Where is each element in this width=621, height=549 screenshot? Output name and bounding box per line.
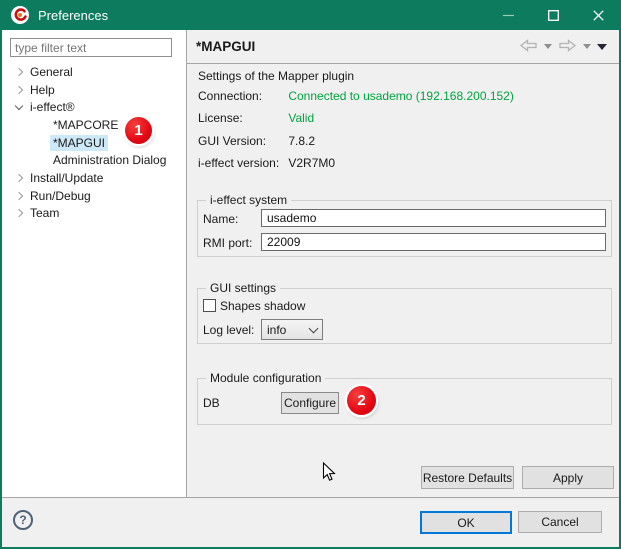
i-effect-system-group-title: i-effect system — [206, 193, 291, 207]
minimize-button[interactable] — [486, 0, 531, 30]
module-configuration-group: Module configuration DB Configure — [197, 378, 612, 425]
restore-defaults-button[interactable]: Restore Defaults — [421, 466, 514, 489]
preference-page: *MAPGUI Settings of the Mapper plugin Co… — [187, 30, 621, 497]
maximize-button[interactable] — [531, 0, 576, 30]
window-title: Preferences — [38, 8, 108, 23]
module-configuration-group-title: Module configuration — [206, 371, 325, 385]
log-level-value: info — [267, 323, 286, 337]
gui-version-label: GUI Version: — [198, 134, 285, 148]
chevron-right-icon[interactable] — [13, 175, 27, 181]
forward-history-dropdown-icon[interactable] — [583, 44, 591, 49]
shapes-shadow-label: Shapes shadow — [220, 299, 305, 313]
ok-button[interactable]: OK — [420, 511, 512, 534]
tree-item-mapcore[interactable]: *MAPCORE — [0, 116, 185, 134]
name-label: Name: — [203, 212, 238, 226]
tree-item-administration-dialog[interactable]: Administration Dialog — [0, 151, 185, 169]
configure-button[interactable]: Configure — [281, 392, 339, 414]
app-logo-icon — [11, 6, 29, 24]
preference-tree-sidebar: General Help i-effect® *MAPCORE *MAPGUI … — [0, 30, 187, 497]
page-description: Settings of the Mapper plugin — [198, 69, 354, 83]
page-header: *MAPGUI — [187, 30, 621, 64]
combo-chevron-icon — [309, 323, 319, 333]
chevron-right-icon[interactable] — [13, 210, 27, 216]
back-arrow-icon[interactable] — [519, 39, 538, 55]
tree-item-install-update[interactable]: Install/Update — [0, 169, 185, 187]
back-history-dropdown-icon[interactable] — [544, 44, 552, 49]
ieffect-version-row: i-effect version: V2R7M0 — [198, 156, 335, 171]
tree-item-help[interactable]: Help — [0, 81, 185, 99]
title-bar: Preferences — [0, 0, 621, 30]
tree-item-team[interactable]: Team — [0, 205, 185, 223]
gui-settings-group-title: GUI settings — [206, 281, 280, 295]
chevron-right-icon[interactable] — [13, 193, 27, 199]
connection-value: Connected to usademo (192.168.200.152) — [288, 89, 514, 103]
rmi-port-label: RMI port: — [203, 236, 252, 250]
license-value: Valid — [288, 111, 314, 125]
forward-arrow-icon[interactable] — [558, 39, 577, 55]
chevron-down-icon[interactable] — [13, 105, 27, 109]
db-label: DB — [203, 396, 220, 410]
gui-version-row: GUI Version: 7.8.2 — [198, 134, 315, 149]
preference-tree: General Help i-effect® *MAPCORE *MAPGUI … — [0, 63, 185, 222]
dialog-button-bar: ? OK Cancel — [0, 497, 621, 549]
ieffect-version-label: i-effect version: — [198, 156, 285, 170]
tree-item-general[interactable]: General — [0, 63, 185, 81]
connection-row: Connection: Connected to usademo (192.16… — [198, 89, 514, 104]
gui-version-value: 7.8.2 — [288, 134, 315, 148]
chevron-right-icon[interactable] — [13, 87, 27, 93]
connection-label: Connection: — [198, 89, 285, 103]
i-effect-system-group: i-effect system Name: RMI port: — [197, 200, 612, 257]
license-row: License: Valid — [198, 111, 314, 126]
page-nav-toolbar — [519, 39, 607, 55]
ieffect-version-value: V2R7M0 — [288, 156, 335, 170]
close-button[interactable] — [576, 0, 621, 30]
help-icon[interactable]: ? — [13, 510, 33, 530]
rmi-port-field[interactable] — [261, 233, 606, 251]
tree-item-run-debug[interactable]: Run/Debug — [0, 187, 185, 205]
log-level-select[interactable]: info — [261, 319, 323, 340]
license-label: License: — [198, 111, 285, 125]
tree-item-i-effect[interactable]: i-effect® — [0, 98, 185, 116]
annotation-badge-2: 2 — [347, 386, 376, 415]
tree-item-mapgui[interactable]: *MAPGUI — [0, 134, 185, 152]
page-title: *MAPGUI — [196, 39, 255, 54]
cancel-button[interactable]: Cancel — [518, 511, 602, 533]
shapes-shadow-checkbox[interactable] — [203, 299, 216, 312]
filter-input[interactable] — [10, 38, 172, 57]
log-level-label: Log level: — [203, 323, 254, 337]
apply-button[interactable]: Apply — [522, 466, 614, 489]
annotation-badge-1: 1 — [125, 117, 152, 144]
gui-settings-group: GUI settings Shapes shadow Log level: in… — [197, 288, 612, 344]
view-menu-icon[interactable] — [597, 44, 607, 50]
chevron-right-icon[interactable] — [13, 69, 27, 75]
mouse-cursor — [322, 462, 336, 485]
name-field[interactable] — [261, 209, 606, 227]
